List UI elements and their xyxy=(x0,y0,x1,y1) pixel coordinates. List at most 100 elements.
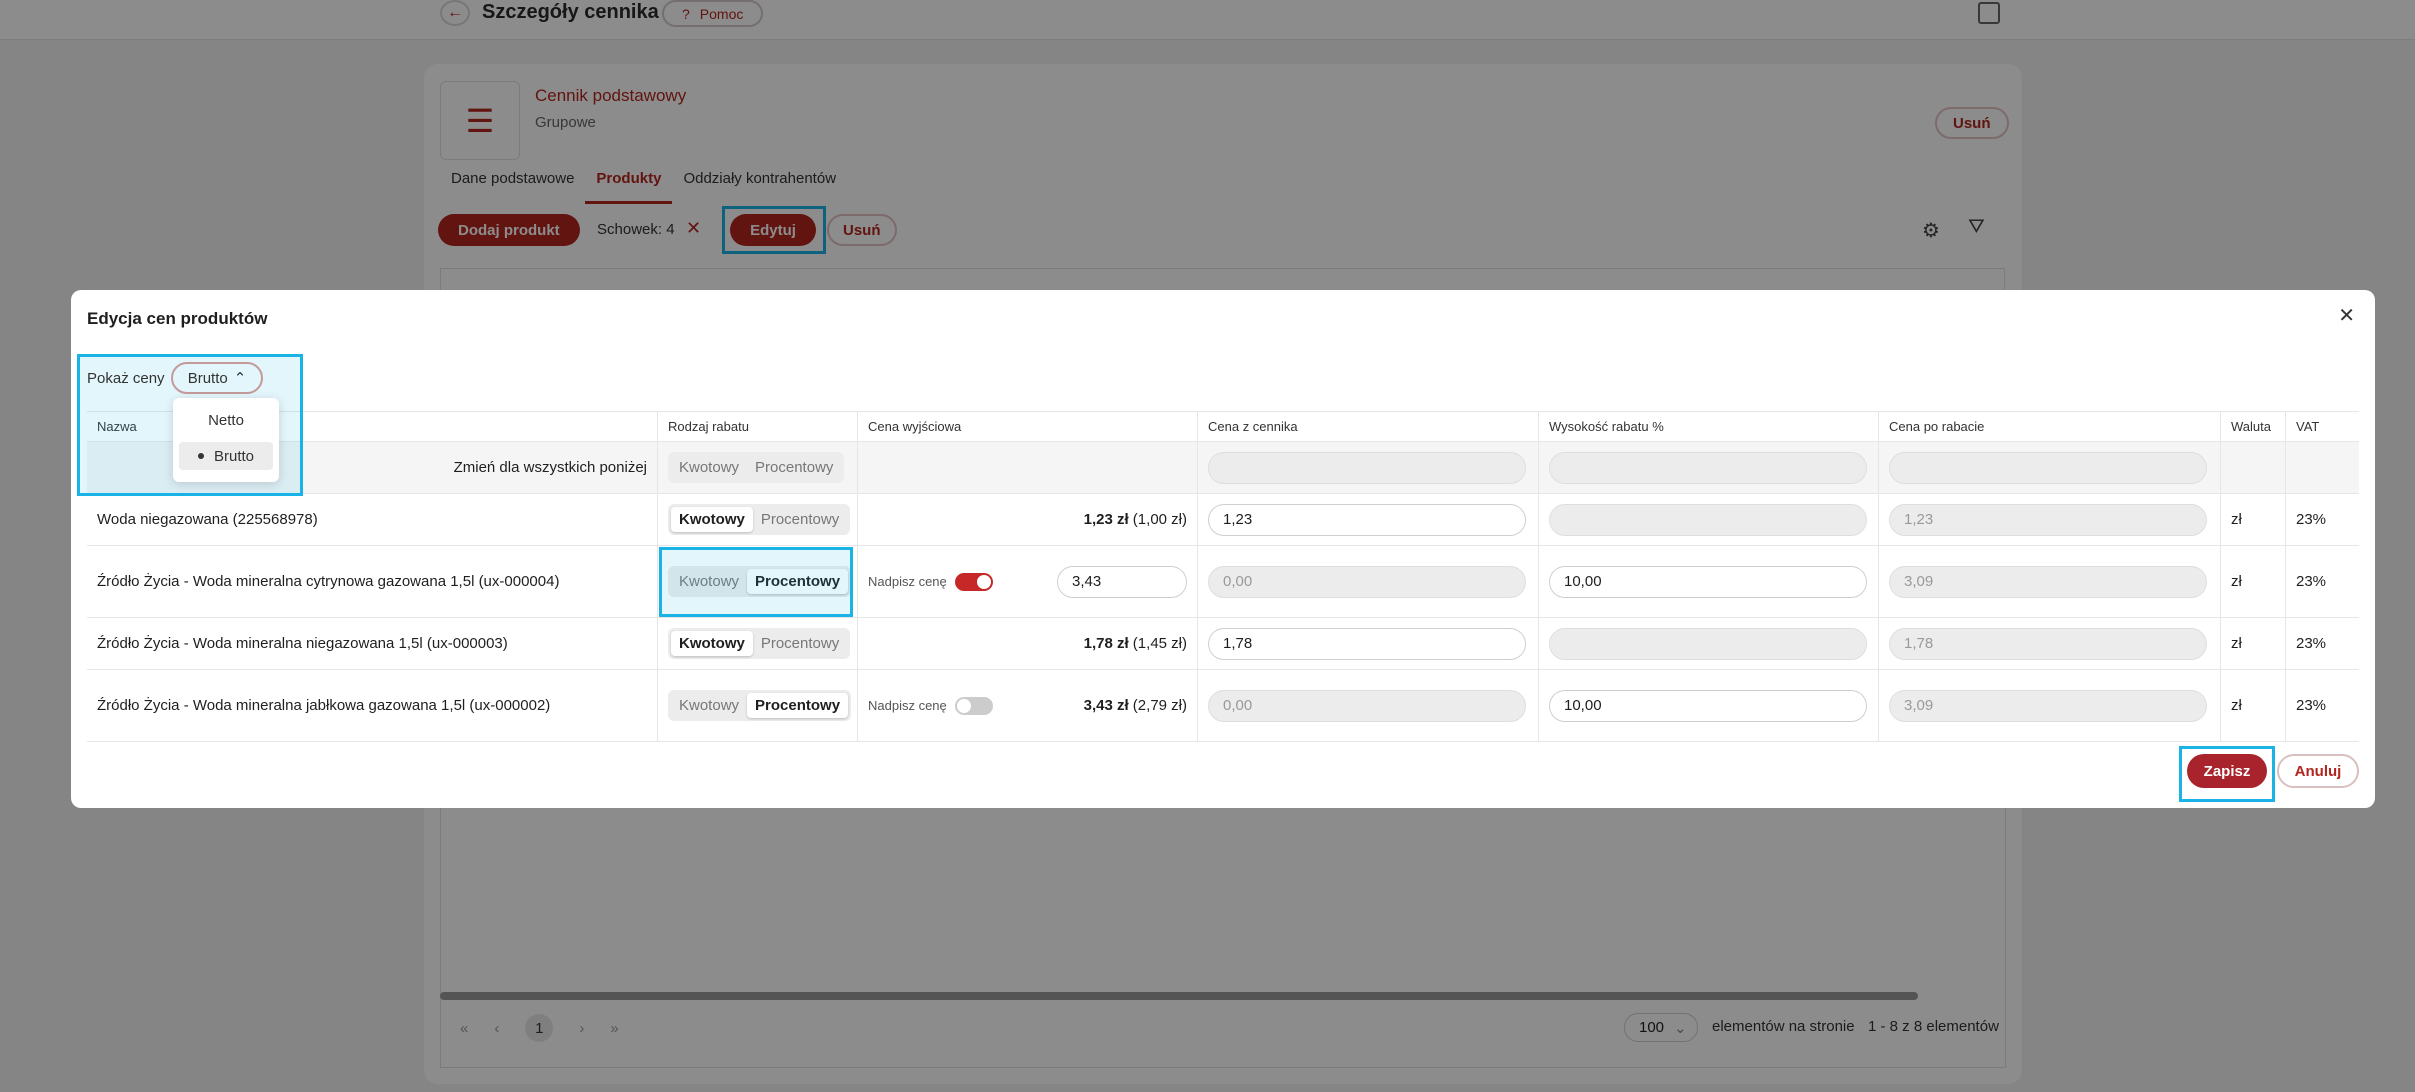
discount-input xyxy=(1549,503,1867,536)
base-price: 1,78 zł (1,45 zł) xyxy=(1084,635,1187,652)
base-price: 3,43 zł (2,79 zł) xyxy=(1084,697,1187,714)
vat: 23% xyxy=(2285,670,2359,741)
price-after-input: 1,78 xyxy=(1889,627,2207,660)
option-netto[interactable]: Netto xyxy=(179,406,273,434)
override-label: Nadpisz cenę xyxy=(868,698,947,713)
currency: zł xyxy=(2220,546,2285,617)
col-discount-type: Rodzaj rabatu xyxy=(657,412,857,441)
col-vat: VAT xyxy=(2285,412,2359,441)
base-price-cell: Nadpisz cenę 3,43 zł (2,79 zł) xyxy=(857,670,1197,741)
bulk-discount xyxy=(1538,442,1878,493)
bulk-vat xyxy=(2285,442,2359,493)
base-price-cell: 1,23 zł (1,00 zł) xyxy=(857,494,1197,545)
product-name: Źródło Życia - Woda mineralna jabłkowa g… xyxy=(97,697,551,714)
seg-amount[interactable]: Kwotowy xyxy=(671,693,747,718)
discount-cell xyxy=(1538,618,1878,669)
product-name: Woda niegazowana (225568978) xyxy=(97,511,318,528)
col-price-after: Cena po rabacie xyxy=(1878,412,2220,441)
list-price-input: 0,00 xyxy=(1208,565,1526,598)
product-name: Źródło Życia - Woda mineralna cytrynowa … xyxy=(97,573,560,590)
table-header: Nazwa Rodzaj rabatu Cena wyjściowa Cena … xyxy=(87,412,2359,442)
base-price-net: (1,00 zł) xyxy=(1128,511,1187,528)
chevron-up-icon: ⌃ xyxy=(233,370,247,387)
bulk-after xyxy=(1878,442,2220,493)
seg-amount[interactable]: Kwotowy xyxy=(671,455,747,480)
override-label: Nadpisz cenę xyxy=(868,574,947,589)
currency: zł xyxy=(2220,494,2285,545)
show-prices-value: Brutto xyxy=(187,369,228,387)
table-row: Źródło Życia - Woda mineralna niegazowan… xyxy=(87,618,2359,670)
vat: 23% xyxy=(2285,494,2359,545)
seg-amount[interactable]: Kwotowy xyxy=(671,507,753,532)
bulk-discount-input[interactable] xyxy=(1549,451,1867,484)
save-button[interactable]: Zapisz xyxy=(2187,754,2267,788)
currency: zł xyxy=(2220,670,2285,741)
after-cell: 3,09 xyxy=(1878,546,2220,617)
discount-cell: 10,00 xyxy=(1538,546,1878,617)
discount-type-cell: Kwotowy Procentowy xyxy=(657,494,857,545)
base-price-gross: 1,78 zł xyxy=(1083,635,1129,652)
list-price-input[interactable]: 1,23 xyxy=(1208,503,1526,536)
price-after-input: 1,23 xyxy=(1889,503,2207,536)
discount-input[interactable]: 10,00 xyxy=(1549,565,1867,598)
close-icon[interactable]: ✕ xyxy=(2338,303,2355,328)
bulk-after-input xyxy=(1889,451,2207,484)
seg-percent[interactable]: Procentowy xyxy=(747,693,849,718)
list-price-input[interactable]: 1,78 xyxy=(1208,627,1526,660)
list-price-cell: 0,00 xyxy=(1197,670,1538,741)
override-price-input[interactable]: 3,43 xyxy=(1057,565,1187,598)
option-brutto[interactable]: Brutto xyxy=(179,442,273,470)
discount-type-cell: Kwotowy Procentowy xyxy=(657,618,857,669)
list-price-input: 0,00 xyxy=(1208,689,1526,722)
show-prices-dropdown: Netto Brutto xyxy=(173,398,279,482)
discount-cell: 10,00 xyxy=(1538,670,1878,741)
list-price-cell: 1,23 xyxy=(1197,494,1538,545)
discount-type-toggle[interactable]: Kwotowy Procentowy xyxy=(668,690,852,721)
option-netto-label: Netto xyxy=(208,411,244,429)
modal-title: Edycja cen produktów xyxy=(87,309,268,328)
after-cell: 3,09 xyxy=(1878,670,2220,741)
after-cell: 1,23 xyxy=(1878,494,2220,545)
seg-percent[interactable]: Procentowy xyxy=(753,631,847,656)
seg-percent[interactable]: Procentowy xyxy=(747,455,841,480)
seg-amount[interactable]: Kwotowy xyxy=(671,631,753,656)
base-price-gross: 1,23 zł xyxy=(1083,511,1129,528)
list-price-cell: 1,78 xyxy=(1197,618,1538,669)
override-toggle[interactable] xyxy=(954,572,993,591)
table-row: Woda niegazowana (225568978) Kwotowy Pro… xyxy=(87,494,2359,546)
discount-type-toggle[interactable]: Kwotowy Procentowy xyxy=(668,628,851,659)
discount-type-highlight xyxy=(659,547,853,617)
base-price: 1,23 zł (1,00 zł) xyxy=(1084,511,1187,528)
bulk-base-price xyxy=(857,442,1197,493)
base-price-cell: Nadpisz cenę 3,43 xyxy=(857,546,1197,617)
discount-type-toggle[interactable]: Kwotowy Procentowy xyxy=(668,504,851,535)
currency: zł xyxy=(2220,618,2285,669)
base-price-net: (2,79 zł) xyxy=(1128,697,1187,714)
product-name: Źródło Życia - Woda mineralna niegazowan… xyxy=(97,635,508,652)
discount-type-toggle[interactable]: Kwotowy Procentowy xyxy=(668,452,845,483)
vat: 23% xyxy=(2285,618,2359,669)
vat: 23% xyxy=(2285,546,2359,617)
prices-table: Nazwa Rodzaj rabatu Cena wyjściowa Cena … xyxy=(87,411,2359,742)
base-price-net: (1,45 zł) xyxy=(1128,635,1187,652)
cancel-button[interactable]: Anuluj xyxy=(2277,754,2359,788)
discount-input xyxy=(1549,627,1867,660)
option-brutto-label: Brutto xyxy=(213,447,255,465)
show-prices-select[interactable]: Brutto ⌃ xyxy=(171,362,263,394)
selected-dot-icon xyxy=(197,453,204,459)
edit-prices-modal: Edycja cen produktów ✕ Nazwa Rodzaj raba… xyxy=(71,290,2375,808)
bulk-list-price xyxy=(1197,442,1538,493)
bulk-discount-type: Kwotowy Procentowy xyxy=(657,442,857,493)
after-cell: 1,78 xyxy=(1878,618,2220,669)
show-prices-label: Pokaż ceny xyxy=(87,370,165,387)
col-currency: Waluta xyxy=(2220,412,2285,441)
col-list-price: Cena z cennika xyxy=(1197,412,1538,441)
col-base-price: Cena wyjściowa xyxy=(857,412,1197,441)
discount-type-cell: Kwotowy Procentowy xyxy=(657,670,857,741)
override-toggle[interactable] xyxy=(954,696,993,715)
table-row: Źródło Życia - Woda mineralna jabłkowa g… xyxy=(87,670,2359,742)
seg-percent[interactable]: Procentowy xyxy=(753,507,847,532)
base-price-cell: 1,78 zł (1,45 zł) xyxy=(857,618,1197,669)
discount-cell xyxy=(1538,494,1878,545)
discount-input[interactable]: 10,00 xyxy=(1549,689,1867,722)
